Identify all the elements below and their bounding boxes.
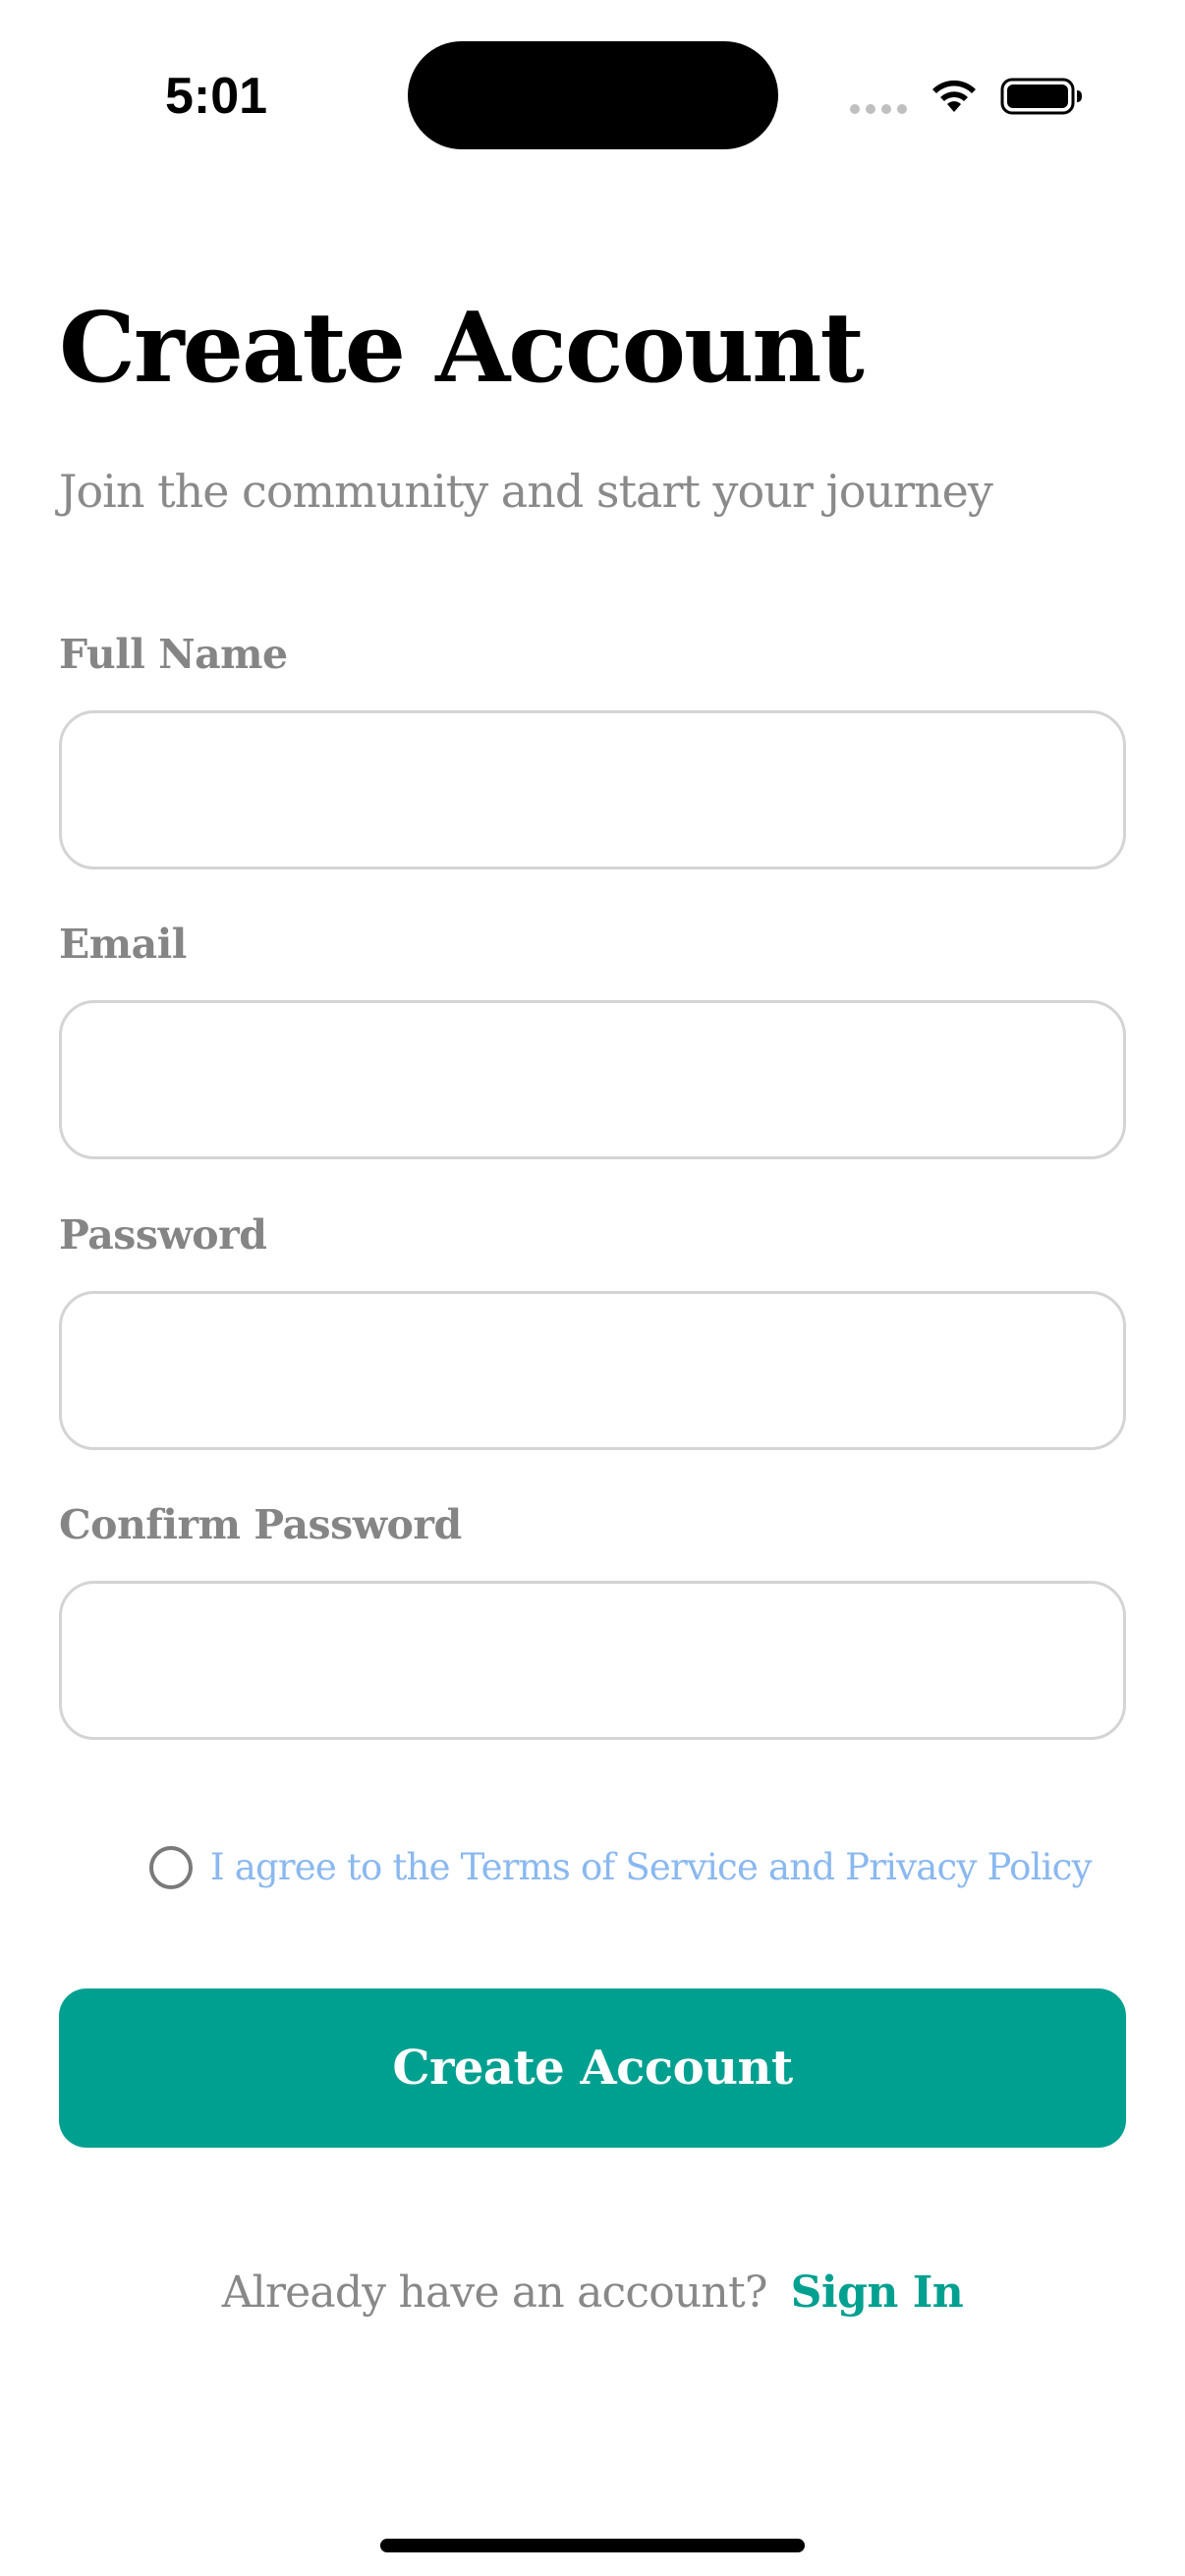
status-bar: 5:01 [0, 0, 1185, 196]
full-name-label: Full Name [59, 631, 288, 678]
confirm-password-input[interactable] [59, 1581, 1126, 1740]
battery-icon [1000, 78, 1082, 115]
status-time: 5:01 [164, 68, 268, 125]
email-label: Email [59, 921, 187, 968]
sign-in-link[interactable]: Sign In [791, 2268, 964, 2318]
full-name-input[interactable] [59, 710, 1126, 869]
home-indicator[interactable] [380, 2539, 805, 2552]
dynamic-island [408, 41, 778, 149]
page-subtitle: Join the community and start your journe… [59, 465, 993, 518]
wifi-icon [932, 80, 976, 112]
password-input[interactable] [59, 1291, 1126, 1450]
password-label: Password [59, 1211, 267, 1259]
signin-row: Already have an account? Sign In [0, 2262, 1185, 2324]
terms-link[interactable]: I agree to the Terms of Service and Priv… [210, 1840, 1093, 1895]
email-input[interactable] [59, 1000, 1126, 1159]
terms-agreement-row[interactable]: I agree to the Terms of Service and Priv… [149, 1840, 1093, 1895]
page-title: Create Account [59, 292, 865, 405]
signin-prompt: Already have an account? [221, 2268, 768, 2318]
confirm-password-label: Confirm Password [59, 1501, 462, 1548]
signal-dots-icon [850, 104, 907, 114]
create-account-button[interactable]: Create Account [59, 1988, 1126, 2148]
terms-checkbox[interactable] [149, 1846, 193, 1889]
